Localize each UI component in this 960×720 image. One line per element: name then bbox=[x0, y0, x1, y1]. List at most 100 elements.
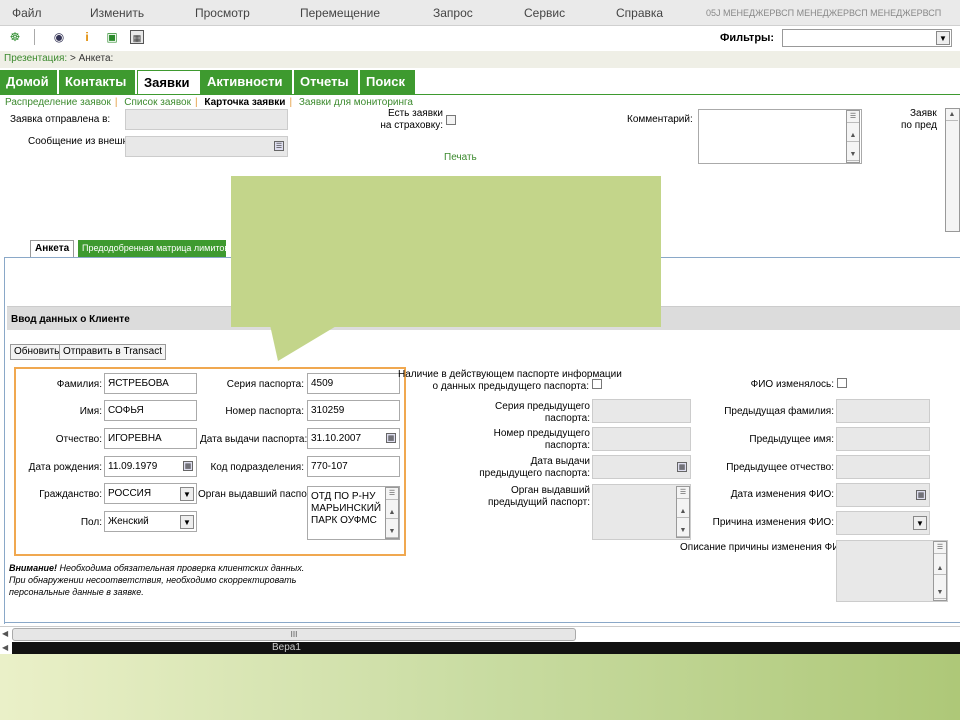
breadcrumb-prefix[interactable]: Презентация: bbox=[4, 53, 67, 64]
calendar-icon[interactable]: ▦ bbox=[916, 490, 926, 500]
dept-code-field[interactable]: 770-107 bbox=[307, 456, 400, 477]
subtab-distribution[interactable]: Распределение заявок bbox=[5, 97, 111, 108]
chevron-down-icon[interactable]: ▼ bbox=[936, 31, 950, 45]
tab-limits-matrix[interactable]: Предодобренная матрица лимитов bbox=[78, 240, 226, 257]
warning-bold: Внимание! bbox=[9, 563, 58, 573]
prev-name-field[interactable] bbox=[836, 427, 930, 451]
scroll-thumb[interactable]: III bbox=[12, 628, 576, 641]
notes-icon[interactable]: ☰ bbox=[274, 141, 284, 151]
prev-patronymic-label: Предыдущее отчество: bbox=[726, 462, 834, 473]
prev-date-label-2: предыдущего паспорта: bbox=[479, 468, 590, 479]
prev-info-label: Наличие в действующем паспорте информаци… bbox=[398, 369, 622, 380]
horizontal-scrollbar[interactable]: ◀ III bbox=[0, 626, 960, 642]
chevron-down-icon[interactable]: ▼ bbox=[180, 487, 194, 501]
scroll-down-icon[interactable]: ▼ bbox=[934, 587, 946, 599]
print-link[interactable]: Печать bbox=[444, 152, 477, 164]
prev-issuer-label-2: предыдущий паспорт: bbox=[487, 497, 590, 508]
issuer-line: ОТД ПО Р-НУ bbox=[311, 491, 376, 502]
subtab-card[interactable]: Карточка заявки bbox=[204, 97, 285, 108]
ext-msg-label: Сообщение из внешней системы: bbox=[28, 136, 185, 147]
menu-query[interactable]: Запрос bbox=[433, 6, 473, 20]
insurance-checkbox[interactable] bbox=[446, 115, 456, 125]
binoculars-icon[interactable]: ◉ bbox=[52, 30, 66, 44]
issuer-line: МАРЬИНСКИЙ bbox=[311, 503, 382, 514]
header-scrollbar[interactable]: ▲ bbox=[945, 108, 960, 232]
prev-issuer-scrollbar[interactable]: ☰ ▲ ▼ bbox=[676, 486, 690, 538]
notes-icon[interactable]: ☰ bbox=[386, 488, 398, 500]
menu-view[interactable]: Просмотр bbox=[195, 6, 250, 20]
form-left-border bbox=[4, 258, 5, 624]
scroll-up-icon[interactable]: ▲ bbox=[847, 130, 859, 142]
prev-series-field[interactable] bbox=[592, 399, 691, 423]
passport-number-field[interactable]: 310259 bbox=[307, 400, 400, 421]
subtab-separator: | bbox=[114, 97, 118, 108]
send-transact-button[interactable]: Отправить в Transact bbox=[59, 344, 166, 360]
menu-help[interactable]: Справка bbox=[616, 6, 663, 20]
menu-edit[interactable]: Изменить bbox=[90, 6, 144, 20]
menu-file[interactable]: Файл bbox=[12, 6, 42, 20]
subtab-monitoring[interactable]: Заявки для мониторинга bbox=[299, 97, 413, 108]
chevron-down-icon[interactable]: ▼ bbox=[180, 515, 194, 529]
notes-icon[interactable]: ☰ bbox=[847, 111, 859, 123]
gender-select[interactable]: Женский ▼ bbox=[104, 511, 197, 532]
tab-questionnaire[interactable]: Анкета bbox=[30, 240, 74, 257]
scroll-left-icon[interactable]: ◀ bbox=[2, 629, 8, 638]
tab-home[interactable]: Домой bbox=[0, 70, 59, 94]
comment-field[interactable] bbox=[698, 109, 862, 164]
filters-select[interactable]: ▼ bbox=[782, 29, 952, 47]
prev-number-field[interactable] bbox=[592, 427, 691, 451]
prev-date-field[interactable]: ▦ bbox=[592, 455, 691, 479]
refresh-button[interactable]: Обновить bbox=[10, 344, 64, 360]
change-reason-label: Причина изменения ФИО: bbox=[712, 517, 834, 528]
calendar-icon[interactable]: ▦ bbox=[183, 461, 193, 471]
prev-patronymic-field[interactable] bbox=[836, 455, 930, 479]
tab-activities[interactable]: Активности bbox=[201, 70, 294, 94]
surname-field[interactable]: ЯСТРЕБОВА bbox=[104, 373, 197, 394]
prev-series-label: Серия предыдущего bbox=[495, 401, 590, 412]
comment-scrollbar[interactable]: ☰ ▲ ▼ bbox=[846, 110, 860, 163]
tab-contacts[interactable]: Контакты bbox=[59, 70, 137, 94]
scroll-down-icon[interactable]: ▼ bbox=[847, 149, 859, 161]
chevron-down-icon[interactable]: ▼ bbox=[913, 516, 927, 530]
tab-requests[interactable]: Заявки bbox=[137, 70, 201, 94]
hierarchy-icon[interactable]: ☸ bbox=[8, 30, 22, 44]
reason-desc-label: Описание причины изменения ФИО: bbox=[680, 542, 850, 553]
scroll-down-icon[interactable]: ▼ bbox=[386, 526, 398, 538]
menu-navigate[interactable]: Перемещение bbox=[300, 6, 380, 20]
menu-tools[interactable]: Сервис bbox=[524, 6, 565, 20]
ext-msg-field[interactable]: ☰ bbox=[125, 136, 288, 157]
info-icon[interactable]: i bbox=[80, 30, 94, 44]
scroll-left-icon[interactable]: ◀ bbox=[2, 643, 8, 652]
issuer-scrollbar[interactable]: ☰ ▲ ▼ bbox=[385, 487, 399, 539]
fio-changed-checkbox[interactable] bbox=[837, 378, 847, 388]
change-date-field[interactable]: ▦ bbox=[836, 483, 930, 507]
sent-to-field[interactable] bbox=[125, 109, 288, 130]
calendar-icon[interactable]: ▦ bbox=[677, 462, 687, 472]
citizenship-select[interactable]: РОССИЯ ▼ bbox=[104, 483, 197, 504]
document-icon[interactable]: ▣ bbox=[105, 30, 119, 44]
scroll-up-icon[interactable]: ▲ bbox=[934, 563, 946, 575]
prev-surname-field[interactable] bbox=[836, 399, 930, 423]
breadcrumb: Презентация: > Анкета: bbox=[0, 51, 960, 68]
name-field[interactable]: СОФЬЯ bbox=[104, 400, 197, 421]
birth-field[interactable]: 11.09.1979 ▦ bbox=[104, 456, 197, 477]
notes-icon[interactable]: ☰ bbox=[934, 542, 946, 554]
scroll-up-icon[interactable]: ▲ bbox=[677, 506, 689, 518]
passport-issue-date-field[interactable]: 31.10.2007 ▦ bbox=[307, 428, 400, 449]
form-bottom-line bbox=[4, 622, 960, 623]
scroll-up-icon[interactable]: ▲ bbox=[946, 109, 958, 121]
reason-desc-scrollbar[interactable]: ☰ ▲ ▼ bbox=[933, 541, 947, 601]
tab-search[interactable]: Поиск bbox=[360, 70, 417, 94]
tab-reports[interactable]: Отчеты bbox=[294, 70, 360, 94]
change-reason-select[interactable]: ▼ bbox=[836, 511, 930, 535]
notes-icon[interactable]: ☰ bbox=[677, 487, 689, 499]
prev-info-checkbox[interactable] bbox=[592, 379, 602, 389]
reason-desc-field[interactable] bbox=[836, 540, 948, 602]
passport-series-field[interactable]: 4509 bbox=[307, 373, 400, 394]
calculator-icon[interactable]: ▦ bbox=[130, 30, 144, 44]
calendar-icon[interactable]: ▦ bbox=[386, 433, 396, 443]
scroll-up-icon[interactable]: ▲ bbox=[386, 507, 398, 519]
subtab-list[interactable]: Список заявок bbox=[124, 97, 191, 108]
patronymic-field[interactable]: ИГОРЕВНА bbox=[104, 428, 197, 449]
scroll-down-icon[interactable]: ▼ bbox=[677, 525, 689, 537]
